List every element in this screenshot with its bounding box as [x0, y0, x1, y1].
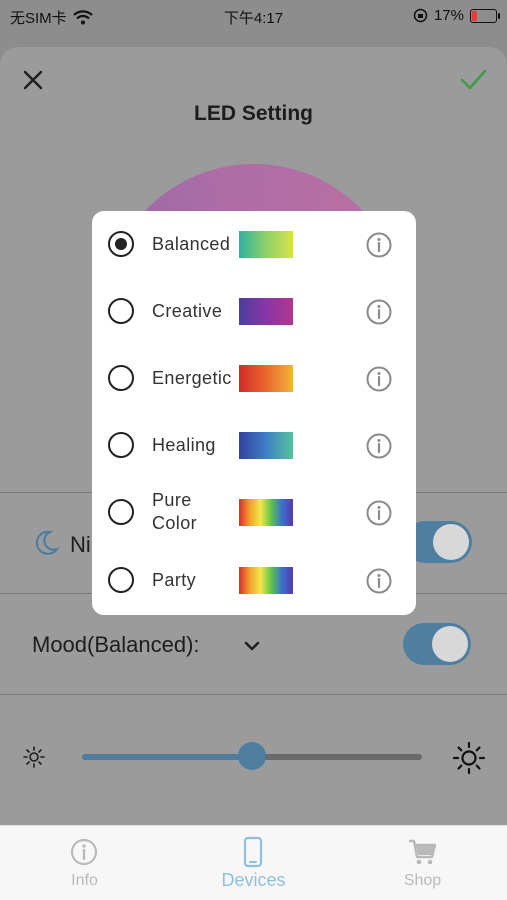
battery-percent: 17%: [433, 7, 464, 24]
mood-option[interactable]: Balanced: [92, 211, 416, 278]
mood-color-swatch: [239, 365, 293, 392]
info-icon[interactable]: [365, 365, 393, 393]
tab-label: Devices: [221, 870, 286, 890]
mood-color-swatch: [239, 298, 293, 325]
brightness-high-icon: [452, 741, 486, 775]
cart-icon: [409, 839, 437, 865]
mood-option-radio[interactable]: [108, 499, 134, 525]
brightness-slider-fill: [82, 754, 252, 760]
mood-option-label: Healing: [152, 435, 216, 455]
close-icon[interactable]: [18, 65, 48, 95]
tab-label: Shop: [403, 872, 442, 889]
divider: [0, 694, 507, 695]
mood-option-radio[interactable]: [108, 365, 134, 391]
mood-color-swatch: [239, 231, 293, 258]
mood-option-label: Party: [152, 570, 197, 590]
mood-option-radio[interactable]: [108, 231, 134, 257]
battery-icon: [470, 8, 500, 23]
mood-color-swatch: [239, 499, 293, 526]
mood-option[interactable]: Party: [92, 547, 416, 614]
info-icon: [70, 838, 98, 866]
info-icon[interactable]: [365, 231, 393, 259]
info-icon[interactable]: [365, 567, 393, 595]
mood-option-label: Creative: [152, 301, 223, 321]
mood-option-radio[interactable]: [108, 432, 134, 458]
mood-toggle[interactable]: [403, 623, 471, 665]
mood-option[interactable]: Energetic: [92, 345, 416, 412]
mood-color-swatch: [239, 567, 293, 594]
mood-options-popup: Balanced Creative Energetic Healing Pure Col…: [92, 211, 416, 615]
moon-icon: [35, 530, 60, 555]
mood-option-radio[interactable]: [108, 567, 134, 593]
tab-devices[interactable]: Devices: [169, 826, 338, 900]
mood-color-swatch: [239, 432, 293, 459]
mood-label[interactable]: Mood(Balanced):: [32, 632, 200, 658]
info-icon[interactable]: [365, 298, 393, 326]
confirm-check-icon[interactable]: [457, 63, 489, 95]
mood-option[interactable]: Healing: [92, 412, 416, 479]
tab-label: Info: [71, 872, 98, 889]
mood-option-label: Balanced: [152, 234, 231, 254]
tab-shop[interactable]: Shop: [338, 826, 507, 900]
night-mode-label: Ni: [70, 532, 91, 557]
status-bar: 无SIM卡 下午4:17 17%: [0, 0, 507, 32]
mood-option[interactable]: Creative: [92, 278, 416, 345]
chevron-down-icon[interactable]: [241, 635, 263, 657]
brightness-slider-thumb[interactable]: [238, 742, 266, 770]
tab-bar: Info Devices Shop: [0, 825, 507, 900]
info-icon[interactable]: [365, 499, 393, 527]
mood-option[interactable]: Pure Color: [92, 479, 416, 546]
brightness-low-icon: [23, 746, 45, 768]
tab-info[interactable]: Info: [0, 826, 169, 900]
mood-option-label: Pure Color: [152, 490, 198, 533]
phone-icon: [243, 836, 263, 868]
info-icon[interactable]: [365, 432, 393, 460]
page-title: LED Setting: [194, 102, 313, 125]
orientation-lock-icon: [413, 8, 428, 23]
mood-option-radio[interactable]: [108, 298, 134, 324]
mood-option-label: Energetic: [152, 368, 232, 388]
